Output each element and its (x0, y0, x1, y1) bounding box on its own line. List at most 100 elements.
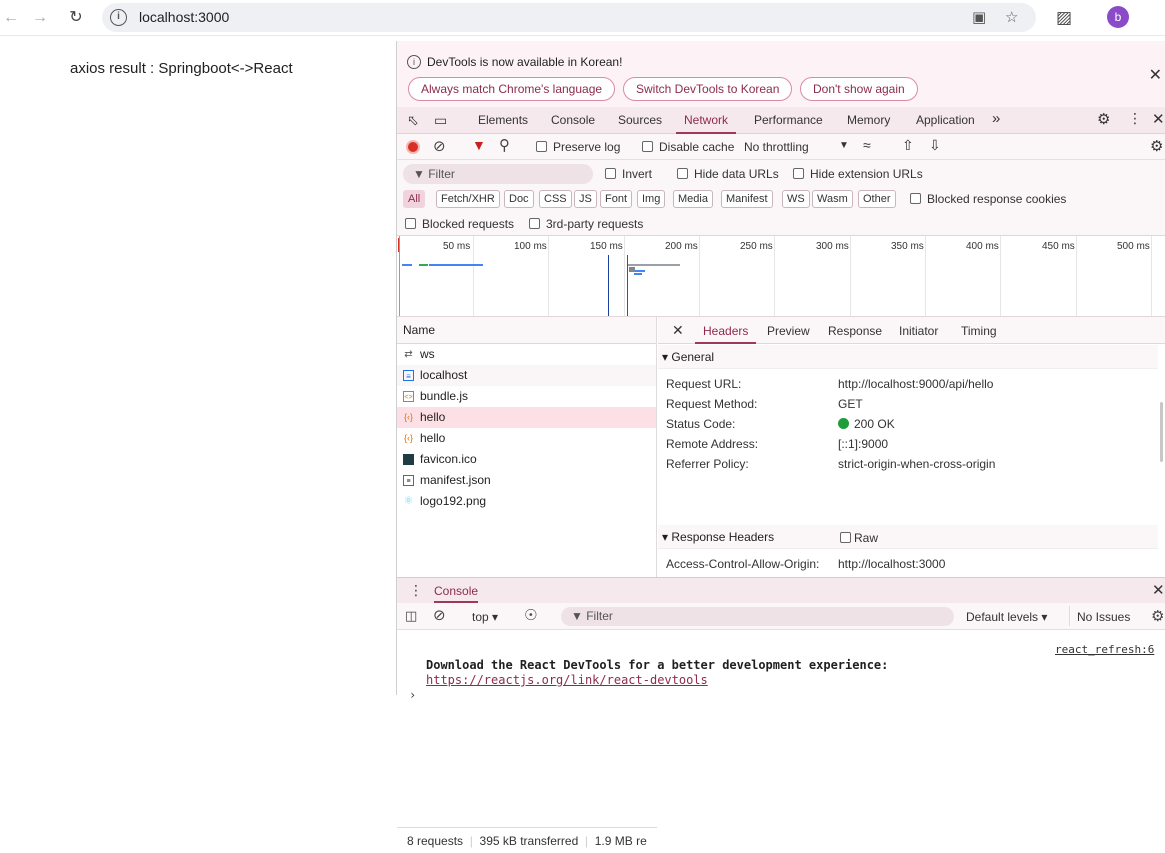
log-levels-select[interactable]: Default levels ▾ (966, 610, 1047, 624)
filter-type-img[interactable]: Img (637, 190, 666, 208)
filter-type-js[interactable]: JS (574, 190, 597, 208)
hide-data-urls-checkbox[interactable] (677, 168, 688, 179)
network-filter-bar: ▼ Filter Invert Hide data URLs Hide exte… (397, 160, 1165, 236)
tab-console-drawer[interactable]: Console (434, 584, 479, 603)
inspect-icon[interactable]: ⬁ (407, 112, 419, 129)
more-tabs-icon[interactable]: » (992, 110, 1000, 127)
filter-type-media[interactable]: Media (673, 190, 713, 208)
dont-show-again-button[interactable]: Don't show again (800, 77, 918, 101)
tab-console[interactable]: Console (551, 113, 595, 127)
clear-console-icon[interactable]: ⊘ (433, 606, 446, 624)
search-icon[interactable]: ⚲ (499, 136, 510, 154)
live-expression-eye-icon[interactable]: ☉ (524, 606, 537, 624)
export-har-icon[interactable]: ⇩ (929, 137, 941, 154)
sidebar-toggle-icon[interactable]: ◫ (405, 608, 417, 624)
tab-initiator[interactable]: Initiator (899, 324, 938, 338)
switch-korean-button[interactable]: Switch DevTools to Korean (623, 77, 793, 101)
preserve-log-checkbox[interactable] (536, 141, 547, 152)
filter-type-manifest[interactable]: Manifest (721, 190, 773, 208)
console-prompt[interactable]: › (409, 688, 416, 702)
tab-response[interactable]: Response (828, 324, 882, 338)
device-toggle-icon[interactable]: ▭ (434, 112, 447, 129)
filter-input[interactable]: ▼ Filter (403, 164, 593, 184)
filter-type-wasm[interactable]: Wasm (812, 190, 853, 208)
disable-cache-label: Disable cache (659, 140, 735, 154)
filter-type-font[interactable]: Font (600, 190, 633, 208)
settings-gear-icon[interactable]: ⚙ (1097, 110, 1110, 128)
tick-label: 250 ms (740, 241, 773, 252)
bookmark-star-icon[interactable]: ☆ (1005, 8, 1018, 26)
list-item[interactable]: {‹} hello (397, 407, 656, 428)
close-detail-icon[interactable]: ✕ (672, 322, 684, 339)
disable-cache-checkbox[interactable] (642, 141, 653, 152)
filter-type-ws[interactable]: WS (782, 190, 810, 208)
blocked-response-cookies-checkbox[interactable] (910, 193, 921, 204)
context-select[interactable]: top ▾ (472, 610, 498, 624)
record-icon[interactable] (406, 140, 420, 154)
extensions-icon[interactable]: ▨ (1053, 7, 1075, 29)
general-section-header[interactable]: ▾ General (658, 345, 1158, 369)
hide-extension-urls-checkbox[interactable] (793, 168, 804, 179)
detail-scrollbar[interactable] (1160, 402, 1163, 462)
kebab-menu-icon[interactable]: ⋮ (1128, 110, 1142, 127)
console-settings-icon[interactable]: ⚙ (1151, 607, 1164, 625)
issues-count[interactable]: No Issues (1077, 610, 1130, 624)
filter-type-fetch[interactable]: Fetch/XHR (436, 190, 500, 208)
invert-checkbox[interactable] (605, 168, 616, 179)
match-language-button[interactable]: Always match Chrome's language (408, 77, 616, 101)
chevron-down-icon[interactable]: ▼ (839, 140, 849, 151)
network-conditions-icon[interactable]: ≈ (863, 137, 871, 153)
reload-icon[interactable]: ↻ (65, 7, 87, 29)
tab-application[interactable]: Application (916, 113, 975, 127)
tab-preview[interactable]: Preview (767, 324, 810, 338)
network-timeline[interactable]: 50 ms 100 ms 150 ms 200 ms 250 ms 300 ms… (397, 236, 1165, 317)
filter-type-all[interactable]: All (403, 190, 426, 208)
list-item[interactable]: ≡ manifest.json (397, 470, 656, 491)
tab-memory[interactable]: Memory (847, 113, 890, 127)
avatar[interactable]: b (1107, 6, 1129, 28)
filter-type-doc[interactable]: Doc (504, 190, 534, 208)
list-item[interactable]: favicon.ico (397, 449, 656, 470)
address-url[interactable]: localhost:3000 (139, 9, 229, 25)
filter-type-css[interactable]: CSS (539, 190, 572, 208)
list-item[interactable]: ⚛ logo192.png (397, 491, 656, 512)
tab-elements[interactable]: Elements (478, 113, 528, 127)
console-drawer: ⋮ Console ✕ ◫ ⊘ top ▾ ☉ ▼ Filter Default… (397, 577, 1165, 702)
close-devtools-icon[interactable]: ✕ (1152, 110, 1165, 128)
site-info-icon[interactable]: i (110, 9, 127, 26)
tab-timing[interactable]: Timing (961, 324, 997, 338)
name-column-header[interactable]: Name (397, 317, 656, 344)
close-drawer-icon[interactable]: ✕ (1152, 581, 1165, 599)
third-party-checkbox[interactable] (529, 218, 540, 229)
infobar-message: DevTools is now available in Korean! (427, 55, 623, 69)
list-item[interactable]: <> bundle.js (397, 386, 656, 407)
console-source-link[interactable]: react_refresh:6 (1055, 643, 1154, 656)
filter-funnel-icon[interactable]: ▼ (472, 137, 486, 153)
forward-icon[interactable]: → (29, 7, 51, 29)
close-icon[interactable]: ✕ (1149, 65, 1162, 85)
network-settings-icon[interactable]: ⚙ (1150, 137, 1163, 155)
console-message-link[interactable]: https://reactjs.org/link/react-devtools (426, 673, 708, 687)
tab-network[interactable]: Network (675, 113, 737, 134)
filter-type-other[interactable]: Other (858, 190, 896, 208)
response-headers-section-header[interactable]: ▾ Response Headers (658, 525, 1158, 549)
address-bar[interactable]: i localhost:3000 ▣ ☆ (102, 3, 1036, 32)
tab-performance[interactable]: Performance (754, 113, 823, 127)
tab-headers[interactable]: Headers (694, 324, 757, 344)
list-item[interactable]: ≡ localhost (397, 365, 656, 386)
tick-label: 450 ms (1042, 241, 1075, 252)
list-item[interactable]: ⇄ ws (397, 344, 656, 365)
blocked-requests-checkbox[interactable] (405, 218, 416, 229)
back-icon[interactable]: ← (0, 7, 22, 29)
tick-label: 500 ms (1117, 241, 1150, 252)
install-icon[interactable]: ▣ (972, 8, 986, 26)
console-toolbar: ◫ ⊘ top ▾ ☉ ▼ Filter Default levels ▾ No… (397, 603, 1165, 630)
throttling-select[interactable]: No throttling (744, 140, 809, 154)
raw-checkbox[interactable] (840, 532, 851, 543)
list-item[interactable]: {‹} hello (397, 428, 656, 449)
import-har-icon[interactable]: ⇧ (902, 137, 914, 154)
drawer-menu-icon[interactable]: ⋮ (409, 582, 423, 599)
console-filter-input[interactable]: ▼ Filter (561, 607, 954, 626)
clear-icon[interactable]: ⊘ (433, 137, 446, 155)
tab-sources[interactable]: Sources (618, 113, 662, 127)
